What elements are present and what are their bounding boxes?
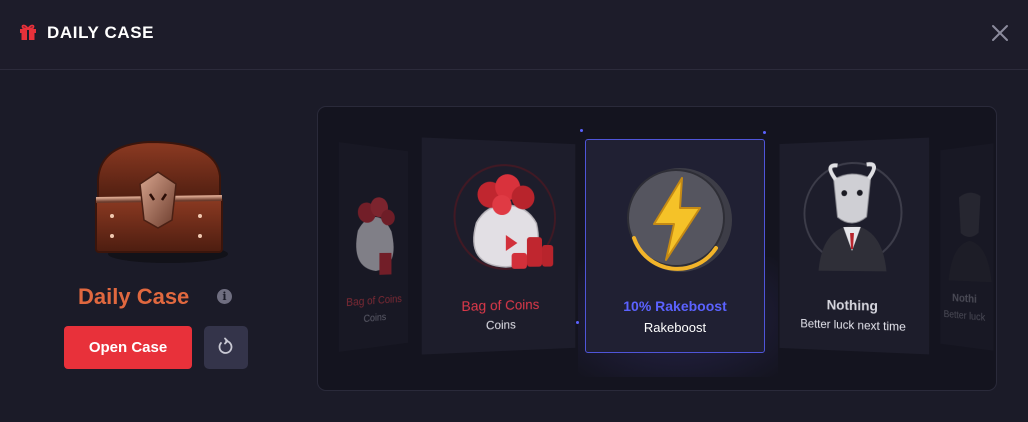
reward-type: Rakeboost: [586, 320, 764, 335]
chest-image: [88, 136, 228, 264]
reward-type: Better luck: [944, 309, 994, 325]
case-panel: Daily Case i Open Case: [40, 100, 300, 400]
sparkle-dot: [580, 129, 583, 132]
reward-type: Coins: [339, 310, 408, 328]
case-title: Daily Case: [78, 284, 189, 310]
reward-type: Coins: [422, 316, 575, 335]
refresh-icon: [216, 337, 236, 357]
reward-name: Nothing: [780, 295, 930, 315]
reward-name: 10% Rakeboost: [586, 298, 764, 314]
coin-bag-image: [446, 151, 562, 274]
reward-card: Nothing Better luck next time: [780, 138, 930, 355]
modal-header: DAILY CASE: [0, 0, 1028, 70]
reward-name: Nothi: [952, 292, 993, 308]
reward-card-selected: 10% Rakeboost Rakeboost: [585, 139, 765, 353]
reward-carousel[interactable]: Bag of Coins Coins Bag of Coins Coins 10…: [317, 106, 997, 391]
close-icon[interactable]: [989, 22, 1011, 44]
sparkle-dot: [576, 321, 579, 324]
reward-type: Better luck next time: [780, 316, 930, 335]
reward-card: Bag of Coins Coins: [422, 138, 575, 355]
reward-card: Bag of Coins Coins: [339, 142, 408, 352]
gift-icon: [19, 23, 37, 41]
info-icon[interactable]: i: [217, 289, 232, 304]
coin-bag-image: [339, 163, 408, 289]
goat-image: [800, 151, 907, 274]
rakeboost-coin-image: [616, 160, 736, 280]
goat-image: [940, 170, 993, 284]
reward-name: Bag of Coins: [339, 293, 408, 310]
modal-title: DAILY CASE: [47, 23, 154, 43]
reward-card: Nothi Better luck: [940, 143, 993, 350]
sparkle-dot: [763, 131, 766, 134]
refresh-button[interactable]: [204, 326, 248, 369]
open-case-button[interactable]: Open Case: [64, 326, 192, 369]
reward-name: Bag of Coins: [422, 295, 575, 315]
